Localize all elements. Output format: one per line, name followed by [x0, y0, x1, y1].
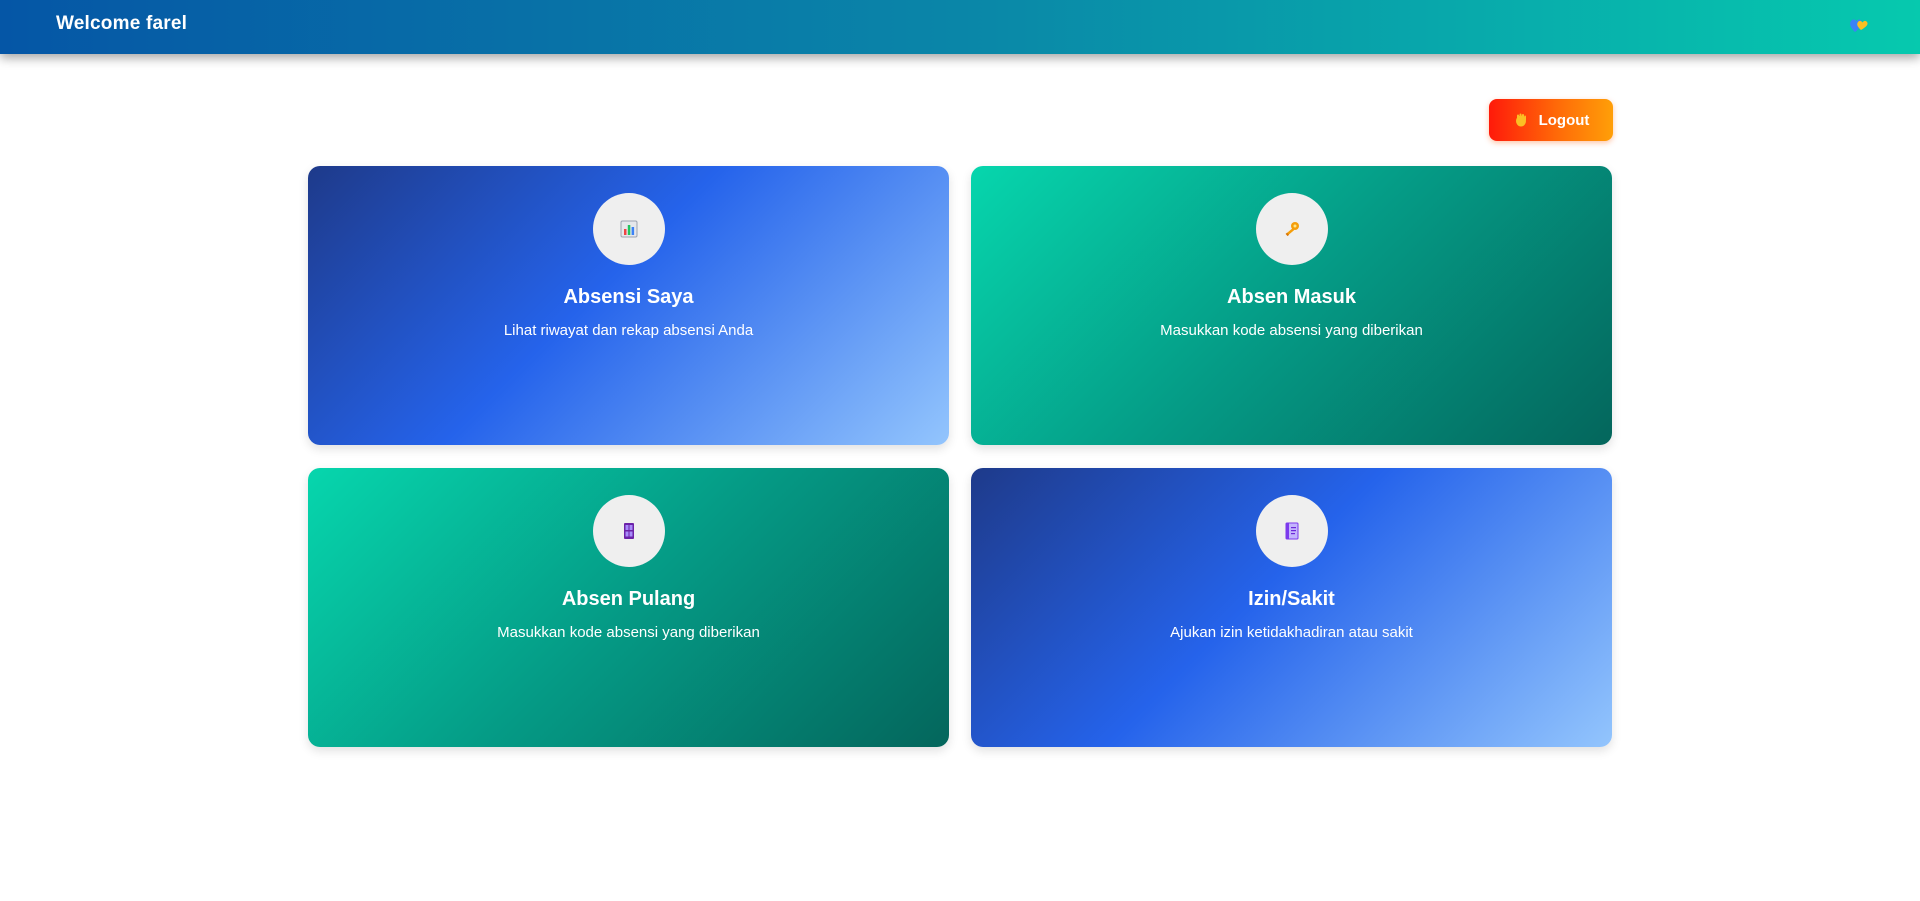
card-icon-circle	[1255, 495, 1328, 567]
card-description: Masukkan kode absensi yang diberikan	[497, 624, 760, 641]
bar-chart-icon	[620, 220, 637, 238]
card-izin-sakit[interactable]: Izin/Sakit Ajukan izin ketidakhadiran at…	[971, 468, 1612, 747]
door-icon	[623, 523, 634, 539]
card-absen-masuk[interactable]: Absen Masuk Masukkan kode absensi yang d…	[971, 166, 1612, 445]
card-description: Lihat riwayat dan rekap absensi Anda	[503, 322, 754, 339]
card-icon-circle	[592, 495, 665, 567]
card-absen-pulang[interactable]: Absen Pulang Masukkan kode absensi yang …	[308, 468, 949, 747]
card-title: Absensi Saya	[563, 286, 694, 308]
card-description: Ajukan izin ketidakhadiran atau sakit	[1170, 624, 1413, 641]
key-icon	[1285, 222, 1299, 237]
menu-grid: Absensi Saya Lihat riwayat dan rekap abs…	[308, 166, 1613, 747]
card-title: Absen Pulang	[561, 588, 696, 610]
logout-label: Logout	[1538, 111, 1590, 129]
notebook-icon	[1285, 522, 1298, 540]
hearts-icon	[1850, 19, 1868, 32]
card-description: Masukkan kode absensi yang diberikan	[1160, 322, 1423, 339]
card-title: Absen Masuk	[1227, 286, 1356, 308]
card-absensi-saya[interactable]: Absensi Saya Lihat riwayat dan rekap abs…	[308, 166, 949, 445]
card-icon-circle	[592, 193, 665, 265]
welcome-title: Welcome farel	[56, 13, 188, 34]
card-title: Izin/Sakit	[1248, 588, 1335, 610]
waving-hand-icon	[1515, 113, 1526, 127]
top-navbar: Welcome farel	[0, 0, 1920, 54]
card-icon-circle	[1255, 193, 1328, 265]
logout-button[interactable]: Logout	[1489, 99, 1613, 141]
